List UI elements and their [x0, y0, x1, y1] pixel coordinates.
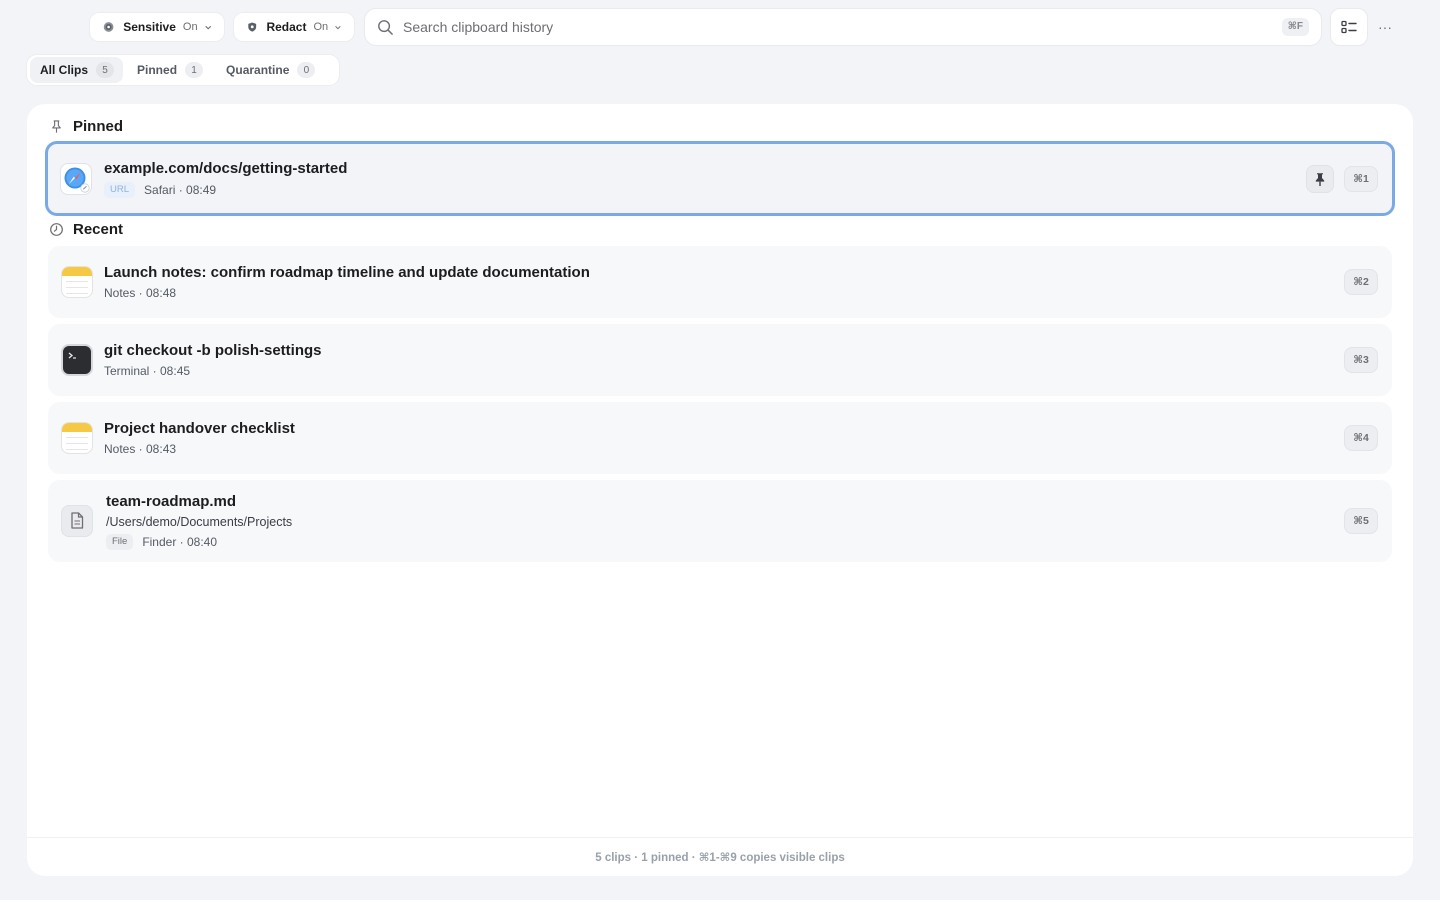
notes-icon — [61, 422, 93, 454]
redact-toggle[interactable]: Redact On — [233, 12, 355, 42]
clip-row[interactable]: team-roadmap.md /Users/demo/Documents/Pr… — [48, 480, 1392, 562]
clip-row[interactable]: git checkout -b polish-settings Terminal… — [48, 324, 1392, 396]
status-footer: 5 clips · 1 pinned · ⌘1-⌘9 copies visibl… — [27, 837, 1413, 876]
terminal-icon — [61, 344, 93, 376]
tab-all-clips[interactable]: All Clips 5 — [30, 57, 124, 83]
clips-panel: Pinned example.com/docs/getting-started … — [27, 104, 1413, 876]
search-input[interactable] — [403, 19, 1282, 35]
sensitive-label: Sensitive — [123, 20, 176, 34]
copy-shortcut-badge[interactable]: ⌘4 — [1344, 425, 1378, 451]
search-shortcut-badge: ⌘F — [1281, 18, 1309, 36]
tab-pinned[interactable]: Pinned 1 — [127, 57, 212, 83]
tab-label: All Clips — [40, 63, 89, 77]
chevron-down-icon — [335, 25, 341, 29]
view-options-button[interactable] — [1330, 8, 1368, 46]
tab-label: Quarantine — [226, 63, 290, 77]
clip-source-time: Notes · 08:43 — [104, 442, 177, 456]
clip-row-pinned[interactable]: example.com/docs/getting-started URL Saf… — [45, 141, 1395, 216]
clip-content: example.com/docs/getting-started URL Saf… — [104, 160, 347, 198]
clip-title: git checkout -b polish-settings — [104, 342, 322, 359]
section-title: Recent — [73, 221, 124, 238]
clip-row[interactable]: Project handover checklist Notes · 08:43… — [48, 402, 1392, 474]
search-icon — [378, 19, 393, 35]
clip-meta: File Finder · 08:40 — [106, 534, 292, 550]
redact-value: On — [313, 21, 329, 33]
section-title: Pinned — [73, 118, 124, 135]
chevron-down-icon — [204, 25, 211, 30]
clip-title: team-roadmap.md — [106, 493, 237, 510]
list-view-icon — [1341, 20, 1357, 34]
pin-outline-icon — [52, 120, 61, 133]
clip-content: Launch notes: confirm roadmap timeline a… — [104, 264, 590, 300]
pin-icon — [1315, 172, 1325, 186]
toolbar: Sensitive On Redact On ⌘F ··· — [0, 8, 1440, 46]
clip-source-time: Terminal · 08:45 — [104, 364, 191, 378]
tab-count-badge: 1 — [185, 62, 204, 78]
clip-title: Project handover checklist — [104, 420, 295, 437]
clip-content: team-roadmap.md /Users/demo/Documents/Pr… — [106, 493, 292, 550]
shield-dot-icon — [103, 22, 114, 32]
clip-title: Launch notes: confirm roadmap timeline a… — [104, 264, 590, 281]
file-tag: File — [106, 534, 134, 550]
clock-icon — [50, 223, 63, 236]
tab-label: Pinned — [137, 63, 178, 77]
sensitive-value: On — [182, 21, 198, 33]
clip-source-time: Notes · 08:48 — [104, 286, 177, 300]
file-icon — [61, 505, 93, 537]
copy-shortcut-badge[interactable]: ⌘2 — [1344, 269, 1378, 295]
pinned-section-header: Pinned — [49, 118, 123, 135]
clip-row[interactable]: Launch notes: confirm roadmap timeline a… — [48, 246, 1392, 318]
clip-file-path: /Users/demo/Documents/Projects — [106, 515, 293, 529]
more-options-button[interactable]: ··· — [1372, 8, 1398, 46]
clip-content: git checkout -b polish-settings Terminal… — [104, 342, 322, 378]
unpin-button[interactable] — [1306, 165, 1334, 193]
copy-shortcut-badge[interactable]: ⌘3 — [1344, 347, 1378, 373]
clip-source-time: Safari · 08:49 — [144, 183, 217, 197]
redact-label: Redact — [266, 20, 307, 34]
clip-title: example.com/docs/getting-started — [104, 160, 348, 177]
copy-shortcut-badge[interactable]: ⌘1 — [1344, 166, 1378, 192]
notes-icon — [61, 266, 93, 298]
clip-source-time: Finder · 08:40 — [142, 535, 218, 549]
safari-icon — [60, 163, 92, 195]
url-tag: URL — [104, 182, 136, 198]
shield-icon — [248, 22, 257, 32]
clip-meta: URL Safari · 08:49 — [104, 182, 347, 198]
tab-count-badge: 0 — [297, 62, 316, 78]
filter-tabs: All Clips 5 Pinned 1 Quarantine 0 — [26, 54, 340, 86]
copy-shortcut-badge[interactable]: ⌘5 — [1344, 508, 1378, 534]
recent-section-header: Recent — [49, 221, 123, 238]
sensitive-toggle[interactable]: Sensitive On — [89, 12, 225, 42]
clip-content: Project handover checklist Notes · 08:43 — [104, 420, 295, 456]
tab-count-badge: 5 — [96, 62, 115, 78]
search-bar[interactable]: ⌘F — [364, 8, 1322, 46]
tab-quarantine[interactable]: Quarantine 0 — [216, 57, 324, 83]
